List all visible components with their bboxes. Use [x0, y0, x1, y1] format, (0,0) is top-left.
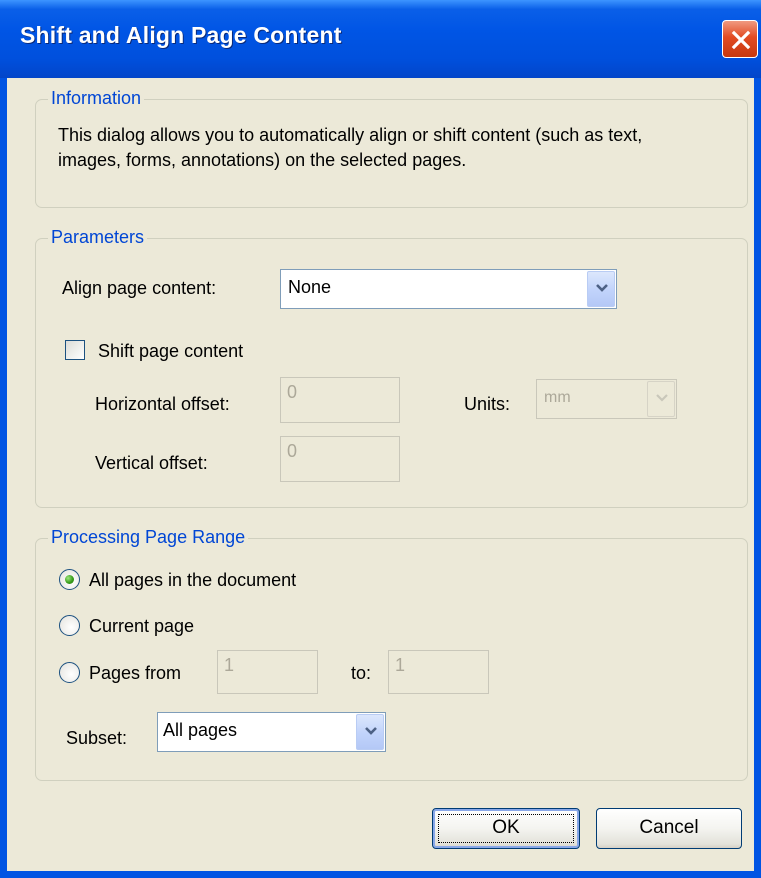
align-content-value: None — [288, 277, 332, 297]
dialog-body: Information This dialog allows you to au… — [7, 78, 754, 871]
current-page-radio[interactable] — [59, 615, 80, 636]
shift-content-checkbox[interactable] — [65, 340, 85, 360]
current-page-label[interactable]: Current page — [89, 616, 194, 637]
units-select[interactable]: mm — [536, 379, 677, 419]
shift-content-label[interactable]: Shift page content — [98, 341, 243, 362]
all-pages-radio[interactable] — [59, 569, 80, 590]
chevron-down-icon — [365, 727, 377, 735]
align-content-label: Align page content: — [62, 278, 217, 298]
chevron-down-icon — [656, 394, 668, 402]
ok-button-label: OK — [492, 817, 520, 838]
pages-from-label[interactable]: Pages from — [89, 663, 181, 684]
to-label: to: — [351, 663, 372, 683]
subset-select[interactable]: All pages — [157, 712, 386, 752]
units-value: mm — [544, 389, 571, 406]
dialog-window: Shift and Align Page Content Information… — [0, 0, 761, 878]
radio-selected-dot — [65, 575, 74, 584]
units-dropdown-button[interactable] — [647, 381, 675, 417]
page-range-legend: Processing Page Range — [48, 527, 249, 548]
vertical-offset-value: 0 — [287, 441, 298, 461]
ok-button[interactable]: OK — [432, 808, 580, 849]
align-content-select[interactable]: None — [280, 269, 617, 309]
pages-from-value: 1 — [224, 655, 235, 675]
pages-from-radio[interactable] — [59, 662, 80, 683]
cancel-button[interactable]: Cancel — [596, 808, 742, 849]
units-label: Units: — [464, 394, 511, 414]
information-group: Information This dialog allows you to au… — [35, 88, 748, 208]
parameters-legend: Parameters — [48, 227, 148, 248]
cancel-button-label: Cancel — [639, 817, 699, 838]
all-pages-label[interactable]: All pages in the document — [89, 570, 296, 591]
chevron-down-icon — [596, 284, 608, 292]
close-button[interactable] — [722, 20, 758, 58]
page-range-group: Processing Page Range All pages in the d… — [35, 527, 748, 781]
information-text: This dialog allows you to automatically … — [58, 125, 643, 170]
dialog-title: Shift and Align Page Content — [20, 22, 342, 48]
pages-to-input[interactable]: 1 — [388, 650, 489, 694]
subset-value: All pages — [163, 720, 238, 740]
vertical-offset-input[interactable]: 0 — [280, 436, 400, 482]
horizontal-offset-label: Horizontal offset: — [95, 394, 230, 414]
pages-to-value: 1 — [395, 655, 406, 675]
subset-label: Subset: — [66, 728, 128, 748]
parameters-group: Parameters Align page content: None Shif… — [35, 227, 748, 508]
horizontal-offset-value: 0 — [287, 382, 298, 402]
subset-dropdown-button[interactable] — [356, 714, 384, 750]
horizontal-offset-input[interactable]: 0 — [280, 377, 400, 423]
information-legend: Information — [48, 88, 145, 109]
pages-from-input[interactable]: 1 — [217, 650, 318, 694]
close-icon — [731, 30, 751, 50]
title-bar[interactable]: Shift and Align Page Content — [0, 0, 761, 78]
align-dropdown-button[interactable] — [587, 271, 615, 307]
vertical-offset-label: Vertical offset: — [95, 453, 208, 473]
